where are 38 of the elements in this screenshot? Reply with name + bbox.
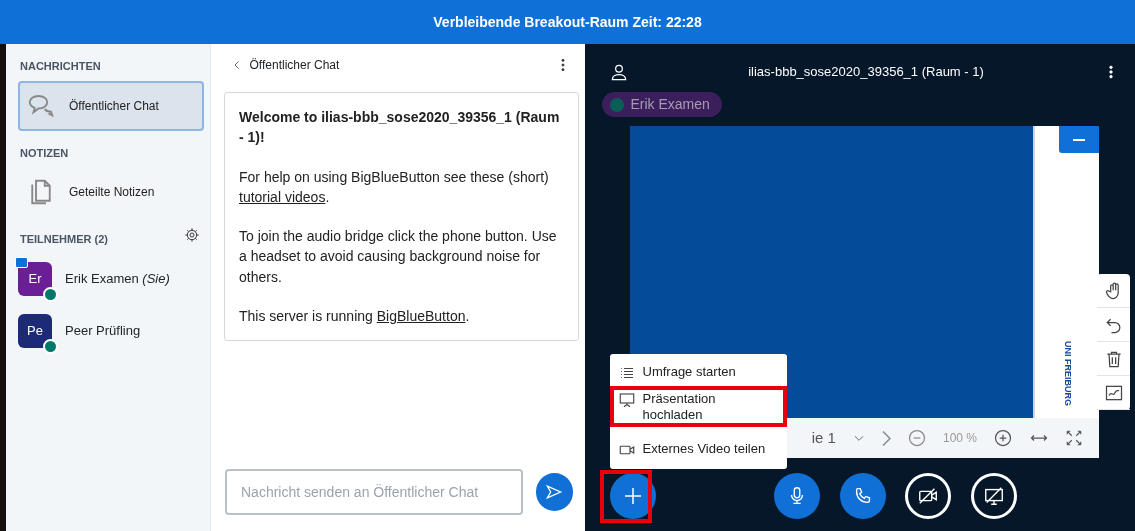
presentation-screen-icon: [618, 391, 636, 409]
user-name[interactable]: Erik Examen (Sie): [65, 268, 170, 289]
menu-item[interactable]: Umfrage starten: [610, 360, 787, 386]
talker-indicator: Erik Examen: [602, 92, 722, 117]
screen-share-off-icon: [982, 485, 1005, 507]
minimize-button[interactable]: [1059, 126, 1099, 153]
gear-icon: [184, 227, 200, 244]
breakout-timer-banner-text: Verbleibende Breakout-Raum Zeit: 22:28: [433, 12, 702, 32]
camera-button[interactable]: [905, 473, 951, 519]
chat-message: For help on using BigBlueButton see these (short) tutorial videos.: [239, 167, 550, 207]
status-dot: [610, 97, 624, 112]
screen-button[interactable]: [970, 473, 1017, 519]
menu-item[interactable]: Präsentation hochladen: [610, 386, 787, 428]
zoom-in-icon: [993, 428, 1013, 448]
sidebar-item[interactable]: Öffentlicher Chat: [18, 80, 204, 131]
user-icon: [609, 62, 629, 82]
fullscreen-icon: [1065, 429, 1083, 447]
phone-button[interactable]: [839, 473, 886, 519]
chat-message: Welcome to ilias-bbb_sose2020_39356_1 (Raum - 1)!: [239, 108, 561, 148]
minus-icon: [1073, 138, 1085, 141]
zoom-out-icon: [906, 428, 927, 448]
sidebar-item[interactable]: Geteilte Notizen: [18, 167, 204, 217]
mic-button[interactable]: [774, 473, 820, 519]
section-heading: NOTIZEN: [19, 145, 70, 161]
chat-message: To join the audio bridge click the phone button. Use a headset to avoid causing background noise for others.: [239, 227, 558, 287]
slide-number[interactable]: ie 1: [811, 426, 836, 450]
slide-logo-text: UNI FREIBURG: [1062, 341, 1072, 406]
presentation-title: ilias-bbb_sose2020_39356_1 (Raum - 1): [748, 63, 984, 82]
zoom-level: 100 %: [942, 430, 977, 447]
section-heading: NACHRICHTEN: [19, 59, 102, 74]
section-heading: TEILNEHMER (2): [19, 232, 109, 247]
message-input-field[interactable]: Nachricht senden an Öffentlicher Chat: [225, 469, 523, 515]
chevron-right-icon: [881, 429, 891, 447]
chat-back-button[interactable]: Öffentlicher Chat: [231, 56, 340, 74]
chat-message: This server is running BigBlueButton.: [239, 307, 471, 327]
user-name[interactable]: Peer Prüfling: [65, 320, 141, 341]
send-button[interactable]: [535, 473, 573, 511]
menu-item[interactable]: Externes Video teilen: [610, 437, 787, 464]
